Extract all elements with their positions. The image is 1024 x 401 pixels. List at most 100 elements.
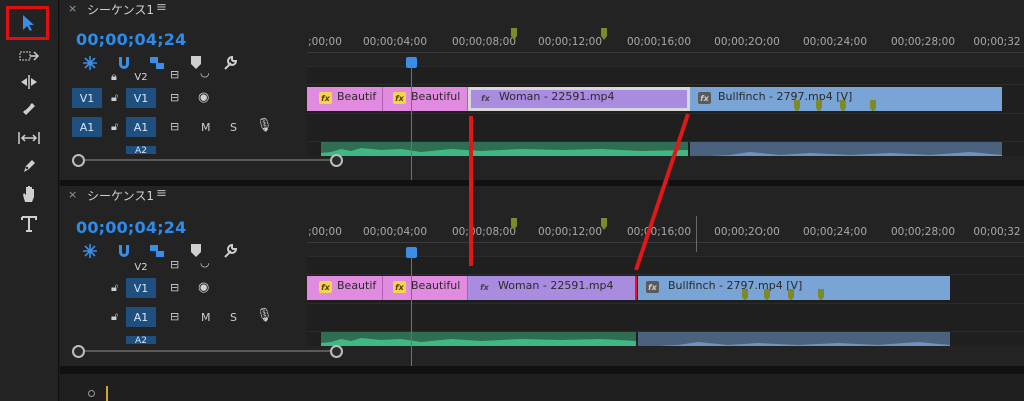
close-tab-button[interactable]: × [68, 188, 77, 201]
lower-panel [60, 374, 1024, 401]
clip-label: Bullfinch - 2797.mp4 [V] [718, 90, 853, 103]
sequence-marker[interactable] [511, 28, 517, 40]
clip-woman[interactable]: fx Woman - 22591.mp4 [468, 87, 690, 111]
selection-tool-button[interactable] [6, 6, 49, 40]
track-lane-v1[interactable]: fx Beautif fx Beautiful fx Woman - 22591… [307, 84, 1024, 114]
eye-icon[interactable]: ◡ [200, 256, 210, 269]
track-label-v1[interactable]: V1 [126, 278, 156, 298]
close-tab-button[interactable]: × [68, 2, 77, 15]
sequence-tab-title[interactable]: シーケンス1 [87, 187, 154, 204]
track-lane-a2[interactable] [307, 331, 1024, 346]
track-label-a1[interactable]: A1 [126, 307, 156, 327]
toggle-sync-icon[interactable]: ⊟ [170, 68, 179, 81]
clip-marker[interactable] [788, 289, 794, 300]
scroll-start-handle[interactable] [72, 154, 85, 167]
track-label-a2[interactable]: A2 [126, 336, 156, 344]
horizontal-scrollbar[interactable] [78, 159, 336, 161]
playhead-timecode[interactable]: 00;00;04;24 [76, 218, 186, 237]
playhead-timecode[interactable]: 00;00;04;24 [76, 30, 186, 49]
track-select-forward-tool[interactable] [9, 44, 49, 68]
ruler-label: 00;00;04;00 [362, 36, 428, 48]
hand-tool[interactable] [9, 182, 49, 206]
panel-menu-icon[interactable]: ≡ [156, 0, 167, 15]
sequence-tab-title[interactable]: シーケンス1 [87, 1, 154, 18]
fx-badge: fx [319, 92, 332, 104]
panel-menu-icon[interactable]: ≡ [156, 186, 167, 201]
razor-tool[interactable] [9, 97, 49, 121]
clip-marker[interactable] [794, 100, 800, 111]
ruler-label: 00;00;2O;00 [714, 226, 780, 238]
track-lane-a1[interactable] [307, 303, 1024, 332]
timeline-panel-2: × シーケンス1 ≡ 00;00;04;24 V2 ⊟ ◡ 🔓︎ V1 ⊟ ◉ … [60, 186, 1024, 366]
clip-bullfinch[interactable]: fx Bullfinch - 2797.mp4 [V] [638, 276, 950, 300]
track-lock-icon[interactable]: 🔓︎ [111, 310, 118, 324]
ruler-label: 00;00;08;00 [451, 36, 517, 48]
track-label-v2[interactable]: V2 [126, 260, 156, 274]
mute-track-button[interactable]: M [201, 121, 211, 134]
clip-beautiful[interactable]: fx Beautiful [383, 87, 468, 111]
sync-lock-icon[interactable]: ⊟ [170, 281, 179, 294]
fx-badge: fx [319, 281, 332, 293]
clip-bullfinch[interactable]: fx Bullfinch - 2797.mp4 [V] [690, 87, 1002, 111]
track-lock-icon[interactable]: 🔓︎ [111, 120, 118, 134]
microphone-icon[interactable]: 🎙︎ [256, 118, 273, 133]
solo-track-button[interactable]: S [230, 311, 237, 324]
track-label-v1[interactable]: V1 [126, 88, 156, 108]
ruler-label: 00;00;32 [973, 36, 1021, 48]
sync-lock-icon[interactable]: ⊟ [170, 91, 179, 104]
track-label-v2[interactable]: V2 [126, 70, 156, 84]
eye-icon[interactable]: ◉ [198, 90, 209, 105]
clip-woman[interactable]: fx Woman - 22591.mp4 [468, 276, 637, 300]
clip-marker[interactable] [764, 289, 770, 300]
annotation-line [469, 116, 473, 266]
scroll-start-handle[interactable] [72, 345, 85, 358]
clip-marker[interactable] [816, 100, 822, 111]
sequence-marker[interactable] [601, 218, 607, 230]
ruler-label: 00;00;16;00 [626, 36, 692, 48]
ruler-label: 00;00;24;00 [802, 36, 868, 48]
slip-tool[interactable] [9, 126, 49, 150]
audio-clip[interactable] [321, 332, 636, 346]
type-tool[interactable] [9, 212, 49, 236]
audio-clip[interactable] [690, 142, 1002, 156]
sequence-marker[interactable] [511, 218, 517, 230]
panel-handle[interactable] [88, 390, 95, 397]
playhead-indicator [106, 386, 108, 401]
mute-track-button[interactable]: M [201, 311, 211, 324]
sync-lock-icon[interactable]: ⊟ [170, 120, 179, 133]
eye-icon[interactable]: ◡ [200, 66, 210, 79]
scroll-end-handle[interactable] [330, 154, 343, 167]
scroll-end-handle[interactable] [330, 345, 343, 358]
clip-marker[interactable] [818, 289, 824, 300]
sync-lock-icon[interactable]: 🔒︎ [111, 70, 117, 84]
sequence-marker[interactable] [601, 28, 607, 40]
track-lock-icon[interactable]: 🔓︎ [111, 91, 118, 105]
track-label-a2[interactable]: A2 [126, 146, 156, 154]
clip-beautiful[interactable]: fx Beautiful [383, 276, 468, 300]
solo-track-button[interactable]: S [230, 121, 237, 134]
clip-marker[interactable] [840, 100, 846, 111]
pen-tool[interactable] [9, 154, 49, 178]
ripple-edit-icon [21, 75, 37, 89]
clip-beautif[interactable]: fx Beautif [307, 87, 383, 111]
clip-marker[interactable] [742, 289, 748, 300]
eye-icon[interactable]: ◉ [198, 280, 209, 295]
clip-beautif[interactable]: fx Beautif [307, 276, 383, 300]
microphone-icon[interactable]: 🎙︎ [256, 308, 273, 323]
clip-marker[interactable] [870, 100, 876, 111]
clip-label: Bullfinch - 2797.mp4 [V] [668, 279, 803, 292]
track-lane-v1[interactable]: fx Beautif fx Beautiful fx Woman - 22591… [307, 274, 1024, 304]
track-lane-v2[interactable] [307, 66, 1024, 85]
source-patch-v1[interactable]: V1 [72, 88, 102, 108]
razor-icon [23, 103, 35, 115]
horizontal-scrollbar[interactable] [78, 350, 336, 352]
ripple-edit-tool[interactable] [9, 70, 49, 94]
audio-clip[interactable] [638, 332, 950, 346]
sync-lock-icon[interactable]: ⊟ [170, 310, 179, 323]
source-patch-a1[interactable]: A1 [72, 117, 102, 137]
track-label-a1[interactable]: A1 [126, 117, 156, 137]
panel-tab: × シーケンス1 ≡ [60, 0, 1024, 20]
toggle-sync-icon[interactable]: ⊟ [170, 258, 179, 271]
track-lock-icon[interactable]: 🔓︎ [111, 281, 118, 295]
sequence-end-line [696, 216, 697, 252]
